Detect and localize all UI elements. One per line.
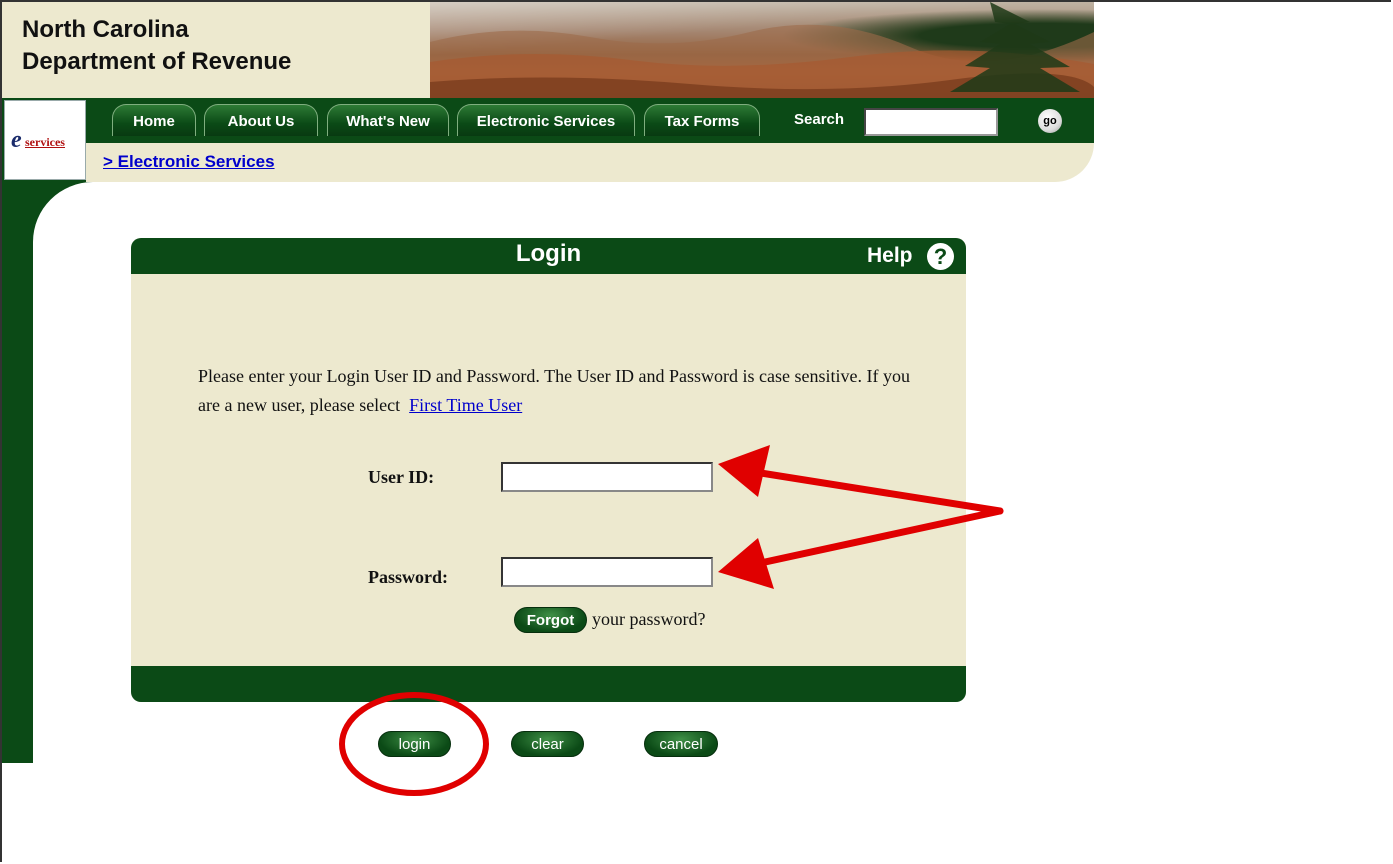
help-link[interactable]: Help	[867, 244, 913, 268]
mountain-banner-image	[430, 2, 1094, 98]
user-id-input[interactable]	[501, 462, 713, 492]
instructions-text: Please enter your Login User ID and Pass…	[198, 366, 911, 415]
nav-tab-home[interactable]: Home	[112, 104, 196, 136]
login-instructions: Please enter your Login User ID and Pass…	[198, 362, 928, 420]
nav-tab-tax-forms[interactable]: Tax Forms	[644, 104, 760, 136]
nav-tab-about-us[interactable]: About Us	[204, 104, 318, 136]
login-title: Login	[515, 240, 582, 267]
search-go-button[interactable]: go	[1038, 109, 1062, 133]
password-input[interactable]	[501, 557, 713, 587]
left-green-rail	[2, 143, 33, 763]
eservices-logo-text: services	[25, 135, 65, 149]
cancel-button[interactable]: cancel	[644, 731, 718, 757]
help-question-icon[interactable]: ?	[927, 243, 954, 270]
user-id-label: User ID:	[368, 467, 435, 487]
first-time-user-link[interactable]: First Time User	[409, 395, 522, 415]
search-input[interactable]	[864, 108, 998, 136]
login-panel-footer	[131, 666, 966, 702]
password-label: Password:	[368, 567, 448, 587]
org-title: North Carolina Department of Revenue	[22, 14, 291, 78]
forgot-password-button[interactable]: Forgot	[514, 607, 587, 633]
eservices-logo-e: e	[11, 127, 22, 153]
eservices-logo[interactable]: e services	[4, 100, 86, 180]
clear-button[interactable]: clear	[511, 731, 584, 757]
login-button[interactable]: login	[378, 731, 451, 757]
search-label: Search	[794, 111, 845, 128]
org-title-line2: Department of Revenue	[22, 48, 292, 75]
forgot-password-text: your password?	[592, 609, 706, 629]
org-title-line1: North Carolina	[22, 16, 189, 43]
breadcrumb-electronic-services-link[interactable]: > Electronic Services	[103, 152, 275, 172]
nav-tab-electronic-services[interactable]: Electronic Services	[457, 104, 635, 136]
nav-tab-whats-new[interactable]: What's New	[327, 104, 449, 136]
